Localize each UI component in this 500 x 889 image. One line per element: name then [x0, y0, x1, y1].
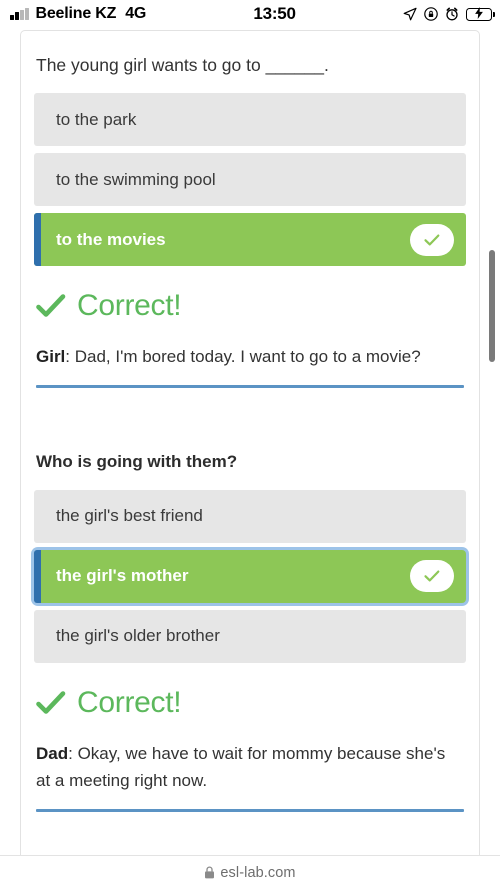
answer-option-selected[interactable]: the girl's mother [34, 549, 466, 603]
answer-options-list: the girl's best friend the girl's mother… [34, 489, 466, 663]
answer-options-list: to the park to the swimming pool to the … [34, 93, 466, 267]
battery-charging-icon [466, 7, 495, 21]
answer-option-selected[interactable]: to the movies [34, 213, 466, 267]
verdict-banner: Correct! [34, 663, 466, 740]
quiz-block: The young girl wants to go to ______. to… [34, 53, 466, 388]
browser-viewport: The young girl wants to go to ______. to… [0, 28, 500, 855]
network-type-label: 4G [125, 5, 147, 22]
answer-option[interactable]: to the park [34, 93, 466, 147]
ios-status-bar: Beeline KZ 4G 13:50 [0, 0, 500, 28]
quiz-card: The young girl wants to go to ______. to… [20, 30, 480, 855]
section-divider [36, 808, 464, 812]
url-label: esl-lab.com [220, 864, 296, 881]
status-bar-right [403, 7, 495, 21]
dialogue-speaker: Girl [36, 347, 66, 367]
rotation-lock-icon [424, 7, 438, 21]
lock-icon [204, 866, 215, 879]
status-bar-center: 13:50 [146, 4, 403, 24]
browser-url-bar[interactable]: esl-lab.com [0, 855, 500, 889]
page-scrollbar[interactable] [489, 28, 495, 855]
check-icon [36, 689, 66, 717]
dialogue-speaker: Dad [36, 743, 69, 763]
question-text: Who is going with them? [36, 451, 238, 471]
answer-option-label: to the movies [56, 229, 166, 249]
verdict-label: Correct! [77, 685, 182, 719]
dialogue-text: : Dad, I'm bored today. I want to go to … [65, 347, 421, 367]
scrollbar-thumb[interactable] [489, 250, 495, 362]
dialogue-line: Girl: Dad, I'm bored today. I want to go… [34, 343, 466, 385]
location-arrow-icon [403, 7, 417, 21]
alarm-clock-icon [445, 7, 459, 21]
answer-option-label: the girl's mother [56, 566, 189, 585]
dialogue-line: Dad: Okay, we have to wait for mommy bec… [34, 740, 466, 809]
verdict-label: Correct! [77, 289, 182, 323]
answer-option-label: the girl's older brother [56, 626, 220, 645]
dialogue-text: : Okay, we have to wait for mommy becaus… [36, 743, 446, 791]
signal-bars-icon [10, 8, 29, 20]
clock-label: 13:50 [253, 4, 296, 23]
verdict-banner: Correct! [34, 266, 466, 343]
status-bar-left: Beeline KZ 4G [10, 5, 146, 23]
answer-option[interactable]: to the swimming pool [34, 153, 466, 207]
answer-option[interactable]: the girl's best friend [34, 489, 466, 543]
question-text: The young girl wants to go to ______. [36, 55, 329, 75]
check-icon [36, 292, 66, 320]
answer-option[interactable]: the girl's older brother [34, 609, 466, 663]
answer-option-label: the girl's best friend [56, 506, 203, 525]
quiz-block: Who is going with them? the girl's best … [34, 450, 466, 812]
answer-option-label: to the park [56, 109, 137, 129]
checkmark-badge-icon [410, 223, 454, 256]
answer-option-label: to the swimming pool [56, 169, 216, 189]
checkmark-badge-icon [410, 560, 454, 593]
carrier-label: Beeline KZ [35, 5, 117, 22]
